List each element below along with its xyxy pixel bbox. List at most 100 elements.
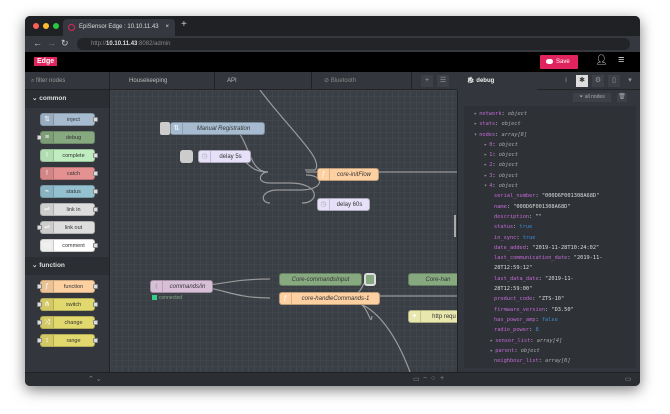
inject-trigger-button[interactable] (160, 122, 170, 135)
filter-nodes-input[interactable]: ⌕ filter nodes (25, 72, 110, 90)
globe-icon: ✦ (409, 311, 421, 322)
flow-node-core-han[interactable]: Core-han (408, 273, 457, 286)
palette-node-link-in[interactable]: ⇌ link in (40, 203, 98, 216)
dashboard-icon[interactable]: ▯ (608, 75, 620, 87)
palette-node-comment[interactable]: ▭ comment (40, 239, 98, 252)
flow-node-core-handlecommands[interactable]: ƒ core-handleCommands-1 (279, 292, 380, 305)
filter-all-nodes-button[interactable]: ⏷ all nodes (573, 93, 611, 102)
new-tab-button[interactable]: + (181, 19, 187, 30)
palette-node-label: status (66, 189, 81, 195)
clear-trash-icon[interactable]: 🗑︎ (617, 93, 627, 102)
flow-canvas[interactable]: ⇅ Manual Registration ◷ delay 5s ƒ core-ini… (110, 90, 457, 372)
caret-right-icon: ▸ (474, 111, 478, 117)
debug-type: object (520, 347, 540, 354)
flow-node-core-initflow[interactable]: ƒ core-initFlow (317, 168, 379, 181)
debug-line[interactable]: ▸ 3: object (464, 171, 636, 181)
url-input[interactable]: http://10.10.11.43:8082/admin (77, 38, 630, 50)
debug-line[interactable]: ▸ parent: object (464, 346, 636, 356)
debug-bug-icon[interactable]: ✱ (576, 75, 588, 87)
zoom-in-icon[interactable]: + (440, 375, 444, 382)
debug-tab[interactable]: 🐞︎ debug (457, 72, 537, 90)
category-label: function (39, 262, 65, 269)
flow-node-core-commandsinput[interactable]: Core-commandsInput (279, 273, 362, 286)
debug-line[interactable]: ▸ 2: object (464, 160, 636, 170)
output-port (93, 284, 98, 289)
debug-line: firmware_version: "D3.50" (494, 306, 574, 313)
palette-node-debug[interactable]: ≡ debug (37, 131, 95, 144)
tab-housekeeping[interactable]: Housekeeping (117, 72, 215, 90)
tab-bluetooth[interactable]: ⊘ Bluetooth (312, 72, 412, 90)
tab-api[interactable]: API (215, 72, 312, 90)
debug-type: object (498, 172, 518, 179)
debug-string: "" (535, 213, 542, 220)
output-port (93, 189, 98, 194)
debug-line[interactable]: ▾ nodes: array[8] (464, 130, 636, 140)
zoom-out-icon[interactable]: − (423, 375, 427, 382)
zoom-reset-icon[interactable]: ○ (431, 375, 435, 382)
palette-node-catch[interactable]: ! catch (40, 167, 98, 180)
url-host: 10.10.11.43 (106, 41, 138, 47)
debug-line[interactable]: ▸ stats: object (464, 119, 636, 129)
palette-category-common[interactable]: ⌄ common (25, 90, 109, 108)
palette-category-function[interactable]: ⌄ function (25, 257, 109, 275)
close-window-button[interactable] (33, 23, 39, 29)
output-port (93, 153, 98, 158)
status-connected: connected (152, 295, 182, 301)
palette-node-link-out[interactable]: ⇌ link out (37, 221, 95, 234)
forward-icon[interactable]: → (47, 38, 56, 48)
debug-string: "2019-11- (545, 275, 574, 282)
popout-icon[interactable]: ▭ (625, 375, 632, 383)
save-button[interactable]: Save (540, 55, 578, 69)
palette-node-function[interactable]: ƒ function (37, 280, 98, 293)
debug-toggle-button[interactable] (364, 273, 376, 286)
debug-line[interactable]: ▾ 4: object (464, 181, 636, 191)
close-tab-icon[interactable]: × (165, 19, 169, 36)
flow-node-delay-5s[interactable]: ◷ delay 5s (198, 150, 251, 163)
debug-line[interactable]: ▸ sensor_list: array[4] (464, 336, 636, 346)
palette-node-label: link out (64, 225, 83, 231)
debug-line: 28T12:59:12" (464, 263, 636, 273)
inject-icon: ⇅ (171, 123, 183, 134)
flow-node-commands-in[interactable]: ⦅ commands/in (150, 280, 213, 293)
output-port (93, 171, 98, 176)
filter-label: all nodes (584, 94, 605, 100)
reload-icon[interactable]: ↻ (61, 38, 69, 49)
palette-node-switch[interactable]: ⋔ switch (37, 298, 98, 311)
palette-node-change[interactable]: ⤨ change (37, 316, 98, 329)
debug-tab-label: debug (476, 78, 495, 84)
settings-icon[interactable]: ⚙ (592, 75, 604, 87)
menu-icon[interactable]: ≡ (618, 54, 624, 66)
canvas-scrollbar[interactable] (454, 215, 456, 237)
debug-line: 28T12:59:00" (464, 284, 636, 294)
palette-node-status[interactable]: ⌁ status (40, 185, 98, 198)
navigator-icon[interactable]: ▭ (413, 375, 420, 383)
tab-list-icon[interactable]: ☰ (437, 75, 449, 87)
address-bar-row: ← → ↻ http://10.10.11.43:8082/admin (25, 36, 640, 52)
flow-node-delay-60s[interactable]: ◷ delay 60s (317, 198, 370, 211)
debug-line[interactable]: ▸ 0: object (464, 140, 636, 150)
browser-tab[interactable]: EpiSensor Edge : 10.10.11.43 × (63, 19, 175, 36)
input-port (37, 320, 42, 325)
range-icon: ↕ (41, 335, 54, 346)
debug-line: has_power_amp: false (494, 316, 558, 323)
debug-string: "2019-11-28T10:24:02" (532, 244, 600, 251)
palette-node-complete[interactable]: ! complete (40, 149, 98, 162)
palette-node-inject[interactable]: ⇅ inject (40, 113, 98, 126)
maximize-window-button[interactable] (53, 23, 59, 29)
palette-node-range[interactable]: ↕ range (37, 334, 98, 347)
debug-line[interactable]: ▸ 1: object (464, 150, 636, 160)
inject-node[interactable] (180, 150, 193, 163)
flow-node-manual-registration[interactable]: ⇅ Manual Registration (170, 122, 265, 135)
minimize-window-button[interactable] (43, 23, 49, 29)
chevron-down-icon[interactable]: ▾ (624, 75, 636, 87)
back-icon[interactable]: ← (33, 38, 42, 48)
info-icon[interactable]: i (560, 75, 572, 87)
debug-line[interactable]: ▸ network: object (464, 109, 636, 119)
flow-node-http-request[interactable]: ✦ http requ (408, 310, 457, 323)
palette-collapse-icon[interactable]: ⌃ ⌄ (88, 375, 102, 383)
debug-key: date_added (494, 244, 526, 251)
user-icon[interactable]: 👤︎ (595, 55, 608, 66)
add-tab-icon[interactable]: + (421, 75, 433, 87)
list-icon: ≡ (41, 132, 54, 143)
debug-key: last_communication_date (494, 255, 568, 262)
